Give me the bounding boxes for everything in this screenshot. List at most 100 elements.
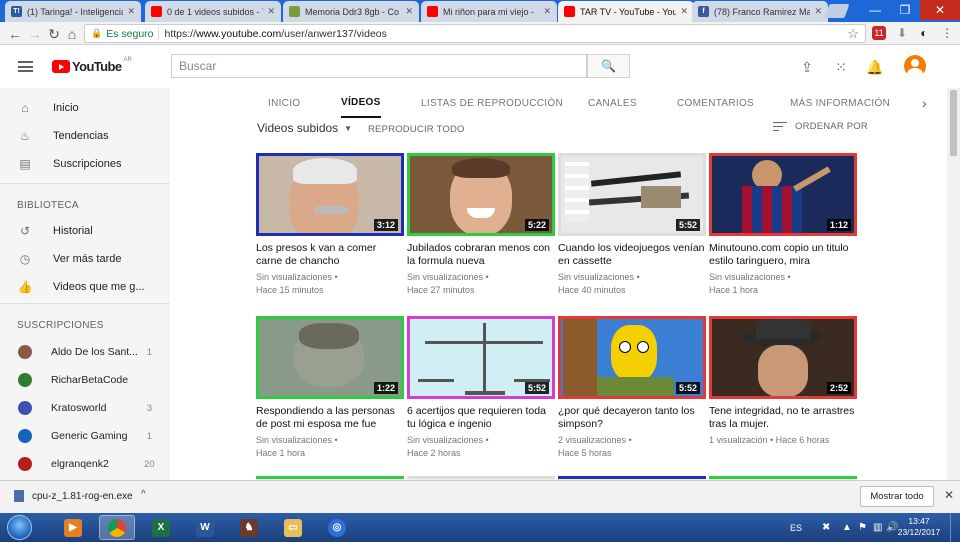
download-options-chevron-icon[interactable]: ^ xyxy=(141,489,146,500)
start-button[interactable] xyxy=(7,515,32,540)
close-tab-icon[interactable]: ✕ xyxy=(127,6,135,17)
download-extension-icon[interactable]: ⬇ xyxy=(895,26,909,40)
video-title[interactable]: 6 acertijos que requieren toda tu lógica… xyxy=(407,405,555,430)
channel-tab[interactable]: COMENTARIOS xyxy=(677,88,754,118)
forward-button[interactable]: → xyxy=(26,25,44,43)
bookmark-star-icon[interactable]: ☆ xyxy=(847,26,859,42)
sync-extension-icon[interactable]: ◐ xyxy=(917,26,931,40)
close-tab-icon[interactable]: ✕ xyxy=(814,6,822,17)
system-clock[interactable]: 13:47 23/12/2017 xyxy=(897,516,941,538)
channel-tab[interactable]: VÍDEOS xyxy=(341,88,381,118)
video-thumbnail[interactable]: 1:22 xyxy=(256,316,404,399)
apps-grid-icon[interactable]: ⁙ xyxy=(832,58,850,76)
show-desktop-button[interactable] xyxy=(950,513,960,542)
show-all-downloads-button[interactable]: Mostrar todo xyxy=(860,486,934,507)
video-title[interactable]: Jubilados cobraran menos con la formula … xyxy=(407,242,555,267)
media-player-taskbar-icon[interactable]: ▶ xyxy=(55,515,91,540)
back-button[interactable]: ← xyxy=(6,25,24,43)
sidebar-item-tendencias[interactable]: ♨ Tendencias xyxy=(0,122,170,150)
video-title[interactable]: Minutouno.com copio un titulo estilo tar… xyxy=(709,242,857,267)
browser-tab[interactable]: 0 de 1 videos subidos - Y ✕ xyxy=(145,1,281,22)
reload-button[interactable]: ↻ xyxy=(45,25,63,43)
video-thumbnail[interactable]: 5:22 xyxy=(407,153,555,236)
video-card[interactable]: 1:22 Respondiendo a las personas de post … xyxy=(256,316,404,466)
tray-expand-icon[interactable]: ▲ xyxy=(842,513,852,542)
video-title[interactable]: Cuando los videojuegos venían en cassett… xyxy=(558,242,706,267)
network-app-taskbar-icon[interactable]: ◎ xyxy=(319,515,355,540)
subscription-item[interactable]: Generic Gaming 1 xyxy=(0,422,170,450)
home-button[interactable]: ⌂ xyxy=(63,25,81,43)
video-thumbnail[interactable]: 5:52 xyxy=(558,153,706,236)
close-tab-icon[interactable]: ✕ xyxy=(680,6,688,17)
video-title[interactable]: Tene integridad, no te arrastres tras la… xyxy=(709,405,857,430)
video-card[interactable]: 5:52 ¿por qué decayeron tanto los simpson… xyxy=(558,316,706,466)
search-button[interactable]: 🔍 xyxy=(587,54,630,78)
folder-taskbar-icon[interactable]: ▭ xyxy=(275,515,311,540)
secure-indicator[interactable]: 🔒 Es seguro xyxy=(85,27,159,40)
new-tab-button[interactable] xyxy=(824,4,850,18)
notifications-bell-icon[interactable]: 🔔 xyxy=(866,58,884,76)
subscription-item[interactable]: RicharBetaCode xyxy=(0,366,170,394)
channel-tab[interactable]: LISTAS DE REPRODUCCIÓN xyxy=(421,88,563,118)
download-item[interactable]: cpu-z_1.81-rog-en.exe xyxy=(14,490,133,502)
extension-icon[interactable]: 11 xyxy=(872,26,886,40)
sidebar-item-library[interactable]: 👍 Videos que me g... xyxy=(0,273,170,301)
video-title[interactable]: Los presos k van a comer carne de chanch… xyxy=(256,242,404,267)
network-icon[interactable]: ▥ xyxy=(873,513,882,542)
upload-icon[interactable]: ⇪ xyxy=(798,58,816,76)
video-thumbnail[interactable]: 1:12 xyxy=(709,153,857,236)
hamburger-menu-icon[interactable] xyxy=(18,61,33,72)
sidebar-item-inicio[interactable]: ⌂ Inicio xyxy=(0,94,170,122)
sidebar-item-library[interactable]: ◷ Ver más tarde xyxy=(0,245,170,273)
video-thumbnail[interactable]: 2:52 xyxy=(709,316,857,399)
chevron-right-icon[interactable]: › xyxy=(922,95,927,111)
channel-tab[interactable]: MÁS INFORMACIÓN xyxy=(790,88,890,118)
video-card[interactable]: 1:12 Minutouno.com copio un titulo estilo… xyxy=(709,153,857,303)
close-window-button[interactable]: ✕ xyxy=(920,0,960,20)
sort-by-button[interactable]: ORDENAR POR xyxy=(773,121,868,132)
search-input[interactable]: Buscar xyxy=(171,54,587,78)
user-avatar[interactable] xyxy=(904,55,926,77)
sidebar-item-suscripciones[interactable]: ▤ Suscripciones xyxy=(0,150,170,178)
page-scrollbar[interactable] xyxy=(947,88,960,480)
menu-dots-icon[interactable]: ⋮ xyxy=(940,26,954,40)
video-card[interactable]: 3:12 Los presos k van a comer carne de ch… xyxy=(256,153,404,303)
video-card[interactable]: 5:52 Cuando los videojuegos venían en cas… xyxy=(558,153,706,303)
video-card[interactable]: 5:22 Jubilados cobraran menos con la form… xyxy=(407,153,555,303)
browser-tab[interactable]: T! (1) Taringa! - Inteligencia ✕ xyxy=(5,1,141,22)
play-all-button[interactable]: REPRODUCIR TODO xyxy=(368,124,465,135)
close-shelf-icon[interactable]: ✕ xyxy=(944,488,954,502)
subscription-item[interactable]: Kratosworld 3 xyxy=(0,394,170,422)
channel-tab[interactable]: CANALES xyxy=(588,88,637,118)
tray-app-icon[interactable]: ✖ xyxy=(822,513,830,542)
video-card[interactable]: 5:52 6 acertijos que requieren toda tu ló… xyxy=(407,316,555,466)
word-taskbar-icon[interactable]: W xyxy=(187,515,223,540)
address-bar[interactable]: 🔒 Es seguro https://www.youtube.com/user… xyxy=(84,24,866,43)
maximize-button[interactable]: ❐ xyxy=(890,0,920,20)
subscription-item[interactable]: Aldo De los Sant... 1 xyxy=(0,338,170,366)
chrome-taskbar-icon[interactable] xyxy=(99,515,135,540)
video-card[interactable]: 2:52 Tene integridad, no te arrastres tra… xyxy=(709,316,857,466)
video-thumbnail[interactable]: 5:52 xyxy=(558,316,706,399)
browser-tab[interactable]: Memoria Ddr3 8gb - Co ✕ xyxy=(283,1,419,22)
subscription-item[interactable]: elgranqenk2 20 xyxy=(0,450,170,478)
close-tab-icon[interactable]: ✕ xyxy=(405,6,413,17)
browser-tab[interactable]: Mi riñon para mi viejo - ✕ xyxy=(421,1,557,22)
language-indicator[interactable]: ES xyxy=(790,513,802,542)
excel-taskbar-icon[interactable]: X xyxy=(143,515,179,540)
close-tab-icon[interactable]: ✕ xyxy=(543,6,551,17)
video-title[interactable]: ¿por qué decayeron tanto los simpson? xyxy=(558,405,706,430)
minimize-button[interactable]: — xyxy=(860,0,890,20)
video-thumbnail[interactable]: 3:12 xyxy=(256,153,404,236)
game-taskbar-icon[interactable]: ♞ xyxy=(231,515,267,540)
sidebar-item-library[interactable]: ↺ Historial xyxy=(0,217,170,245)
browser-tab[interactable]: f (78) Franco Ramirez Mar ✕ xyxy=(692,1,828,22)
uploaded-videos-dropdown[interactable]: Videos subidos ▼ xyxy=(257,121,352,135)
flag-icon[interactable]: ⚑ xyxy=(858,513,867,542)
video-thumbnail[interactable]: 5:52 xyxy=(407,316,555,399)
browser-tab[interactable]: TAR TV - YouTube - You ✕ xyxy=(558,1,694,22)
scrollbar-thumb[interactable] xyxy=(950,90,957,156)
youtube-logo[interactable]: YouTube AR xyxy=(52,57,132,74)
video-title[interactable]: Respondiendo a las personas de post mi e… xyxy=(256,405,404,430)
channel-tab[interactable]: INICIO xyxy=(268,88,300,118)
